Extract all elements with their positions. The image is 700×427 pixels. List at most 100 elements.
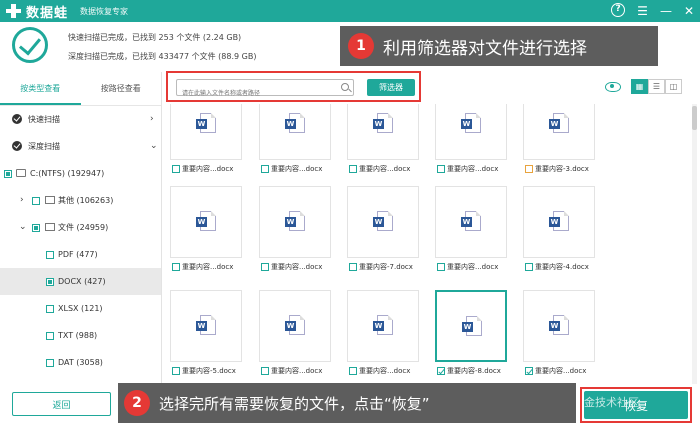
file-checkbox[interactable] bbox=[525, 165, 533, 173]
file-name: 重要内容...docx bbox=[182, 263, 234, 271]
file-thumbnail[interactable]: W bbox=[523, 186, 595, 258]
file-thumbnail[interactable]: W bbox=[523, 104, 595, 160]
word-badge: W bbox=[196, 321, 207, 331]
file-checkbox[interactable] bbox=[172, 263, 180, 271]
file-card[interactable]: W 重要内容...docx bbox=[259, 104, 331, 176]
help-icon[interactable]: ? bbox=[611, 3, 626, 17]
word-badge: W bbox=[461, 217, 472, 227]
file-checkbox[interactable] bbox=[261, 165, 269, 173]
minimize-icon[interactable]: — bbox=[660, 3, 672, 19]
chevron-down-icon[interactable]: ⌄ bbox=[19, 214, 27, 241]
file-checkbox[interactable] bbox=[525, 367, 533, 375]
tree-item-other[interactable]: › 其他 (106263) bbox=[0, 187, 161, 214]
word-document-icon: W bbox=[196, 315, 216, 335]
file-name-row: 重要内容...docx bbox=[170, 162, 242, 176]
file-thumbnail[interactable]: W bbox=[170, 104, 242, 160]
list-view-icon[interactable]: ☰ bbox=[648, 79, 665, 94]
file-card[interactable]: W 重要内容-7.docx bbox=[347, 186, 419, 274]
tree-label: 快速扫描 bbox=[28, 115, 60, 124]
file-checkbox[interactable] bbox=[349, 367, 357, 375]
file-thumbnail[interactable]: W bbox=[347, 290, 419, 362]
file-card[interactable]: W 重要内容-5.docx bbox=[170, 290, 242, 378]
file-card[interactable]: W 重要内容...docx bbox=[259, 290, 331, 378]
file-checkbox[interactable] bbox=[437, 165, 445, 173]
tab-by-type[interactable]: 按类型查看 bbox=[0, 72, 81, 105]
file-checkbox[interactable] bbox=[437, 367, 445, 375]
tree-item-quick-scan[interactable]: 快速扫描 › bbox=[0, 106, 161, 133]
file-card[interactable]: W 重要内容...docx bbox=[523, 290, 595, 378]
file-card[interactable]: W 重要内容...docx bbox=[435, 104, 507, 176]
tree-checkbox[interactable] bbox=[46, 278, 54, 286]
tree-item-deep-scan[interactable]: 深度扫描 ⌄ bbox=[0, 133, 161, 160]
tree-checkbox[interactable] bbox=[46, 332, 54, 340]
file-thumbnail[interactable]: W bbox=[259, 290, 331, 362]
drive-icon bbox=[16, 169, 26, 177]
file-name: 重要内容-3.docx bbox=[535, 165, 589, 173]
file-checkbox[interactable] bbox=[172, 367, 180, 375]
tree-label: TXT (988) bbox=[58, 331, 98, 340]
file-card[interactable]: W 重要内容-8.docx bbox=[435, 290, 507, 378]
tree-item-pdf[interactable]: PDF (477) bbox=[0, 241, 161, 268]
file-thumbnail[interactable]: W bbox=[259, 186, 331, 258]
folder-icon bbox=[45, 196, 55, 204]
file-thumbnail[interactable]: W bbox=[347, 104, 419, 160]
file-checkbox[interactable] bbox=[525, 263, 533, 271]
detail-view-icon[interactable]: ◫ bbox=[665, 79, 682, 94]
file-name-row: 重要内容...docx bbox=[347, 364, 419, 378]
file-card[interactable]: W 重要内容...docx bbox=[170, 186, 242, 274]
word-badge: W bbox=[461, 119, 472, 129]
word-document-icon: W bbox=[285, 211, 305, 231]
tree-checkbox[interactable] bbox=[46, 359, 54, 367]
step-number-badge: 2 bbox=[124, 390, 150, 416]
tree-item-drive[interactable]: C:(NTFS) (192947) bbox=[0, 160, 161, 187]
file-checkbox[interactable] bbox=[349, 165, 357, 173]
preview-eye-icon[interactable] bbox=[605, 81, 621, 92]
grid-scrollbar[interactable] bbox=[692, 104, 697, 384]
file-checkbox[interactable] bbox=[349, 263, 357, 271]
tree-item-txt[interactable]: TXT (988) bbox=[0, 322, 161, 349]
file-thumbnail[interactable]: W bbox=[523, 290, 595, 362]
tree-item-xlsx[interactable]: XLSX (121) bbox=[0, 295, 161, 322]
file-checkbox[interactable] bbox=[261, 367, 269, 375]
close-icon[interactable]: ✕ bbox=[684, 3, 694, 19]
file-thumbnail[interactable]: W bbox=[347, 186, 419, 258]
tree-item-dat[interactable]: DAT (3058) bbox=[0, 349, 161, 376]
scrollbar-thumb[interactable] bbox=[692, 106, 697, 130]
file-card[interactable]: W 重要内容-4.docx bbox=[523, 186, 595, 274]
file-thumbnail[interactable]: W bbox=[435, 186, 507, 258]
tree-checkbox[interactable] bbox=[32, 197, 40, 205]
word-document-icon: W bbox=[373, 113, 393, 133]
chevron-down-icon[interactable]: ⌄ bbox=[150, 133, 158, 160]
grid-view-icon[interactable]: ▦ bbox=[631, 79, 648, 94]
file-card[interactable]: W 重要内容-3.docx bbox=[523, 104, 595, 176]
file-card[interactable]: W 重要内容...docx bbox=[347, 290, 419, 378]
file-checkbox[interactable] bbox=[437, 263, 445, 271]
word-badge: W bbox=[373, 321, 384, 331]
file-thumbnail[interactable]: W bbox=[435, 104, 507, 160]
menu-icon[interactable]: ☰ bbox=[637, 3, 648, 19]
tree-checkbox[interactable] bbox=[46, 251, 54, 259]
word-badge: W bbox=[549, 321, 560, 331]
tree-checkbox[interactable] bbox=[32, 224, 40, 232]
file-card[interactable]: W 重要内容...docx bbox=[435, 186, 507, 274]
file-checkbox[interactable] bbox=[172, 165, 180, 173]
file-thumbnail[interactable]: W bbox=[259, 104, 331, 160]
file-card[interactable]: W 重要内容...docx bbox=[347, 104, 419, 176]
file-card[interactable]: W 重要内容...docx bbox=[259, 186, 331, 274]
file-checkbox[interactable] bbox=[261, 263, 269, 271]
file-thumbnail[interactable]: W bbox=[170, 186, 242, 258]
back-button[interactable]: 返回 bbox=[12, 392, 111, 416]
tree-item-docx[interactable]: DOCX (427) bbox=[0, 268, 161, 295]
chevron-right-icon[interactable]: › bbox=[150, 106, 154, 133]
tree-checkbox[interactable] bbox=[4, 170, 12, 178]
word-document-icon: W bbox=[196, 113, 216, 133]
tree-checkbox[interactable] bbox=[46, 305, 54, 313]
tree-item-files[interactable]: ⌄ 文件 (24959) bbox=[0, 214, 161, 241]
file-thumbnail[interactable]: W bbox=[435, 290, 507, 362]
file-card[interactable]: W 重要内容...docx bbox=[170, 104, 242, 176]
file-name: 重要内容-5.docx bbox=[182, 367, 236, 375]
callout-step-1: 1 利用筛选器对文件进行选择 bbox=[340, 26, 658, 66]
tab-by-path[interactable]: 按路径查看 bbox=[81, 72, 162, 105]
chevron-right-icon[interactable]: › bbox=[20, 187, 24, 214]
file-thumbnail[interactable]: W bbox=[170, 290, 242, 362]
